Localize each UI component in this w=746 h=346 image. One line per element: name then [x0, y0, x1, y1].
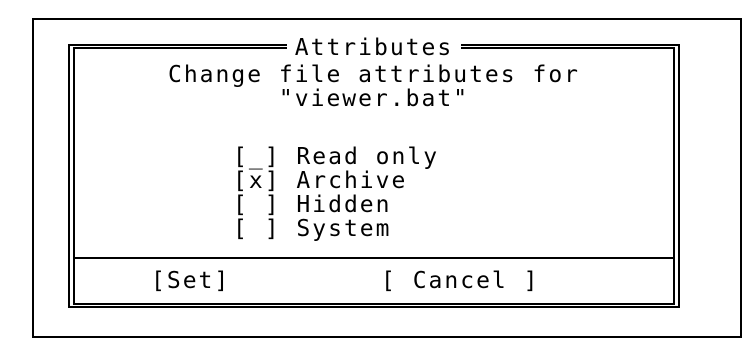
- attributes-dialog: Attributes Change file attributes for "v…: [68, 35, 680, 308]
- checkbox-hidden-box: [: [233, 192, 249, 218]
- checkbox-hidden-label: Hidden: [296, 192, 392, 218]
- checkbox-read-only[interactable]: [_] Read only: [233, 145, 439, 169]
- set-button[interactable]: [Set]: [151, 269, 230, 293]
- checkbox-archive-label: Archive: [296, 168, 408, 194]
- checkbox-read-only-box-end: ]: [264, 144, 297, 170]
- checkbox-archive-box-end: ]: [264, 168, 297, 194]
- checkbox-system-mark: [249, 216, 265, 242]
- dialog-message-line1: Change file attributes for: [167, 62, 581, 88]
- checkbox-system-box-end: ]: [264, 216, 297, 242]
- checkbox-hidden-box-end: ]: [264, 192, 297, 218]
- button-divider: [75, 257, 673, 259]
- checkbox-hidden-mark: [249, 192, 265, 218]
- checkbox-hidden[interactable]: [ ] Hidden: [233, 193, 439, 217]
- checkbox-system[interactable]: [ ] System: [233, 217, 439, 241]
- checkbox-archive-mark: x: [248, 168, 265, 194]
- checkbox-read-only-label: Read only: [296, 144, 440, 170]
- checkbox-system-box: [: [233, 216, 249, 242]
- dialog-title-text: Attributes: [286, 35, 462, 61]
- dialog-title: Attributes: [75, 35, 673, 61]
- checkbox-read-only-mark: _: [248, 144, 265, 170]
- checkbox-read-only-box: [: [233, 144, 249, 170]
- checkbox-archive-box: [: [233, 168, 249, 194]
- cancel-button[interactable]: [ Cancel ]: [381, 269, 539, 293]
- checkbox-system-label: System: [296, 216, 392, 242]
- attribute-options: [_] Read only [x] Archive [ ] Hidden [ ]…: [233, 145, 439, 241]
- checkbox-archive[interactable]: [x] Archive: [233, 169, 439, 193]
- dialog-message-filename: "viewer.bat": [278, 86, 470, 112]
